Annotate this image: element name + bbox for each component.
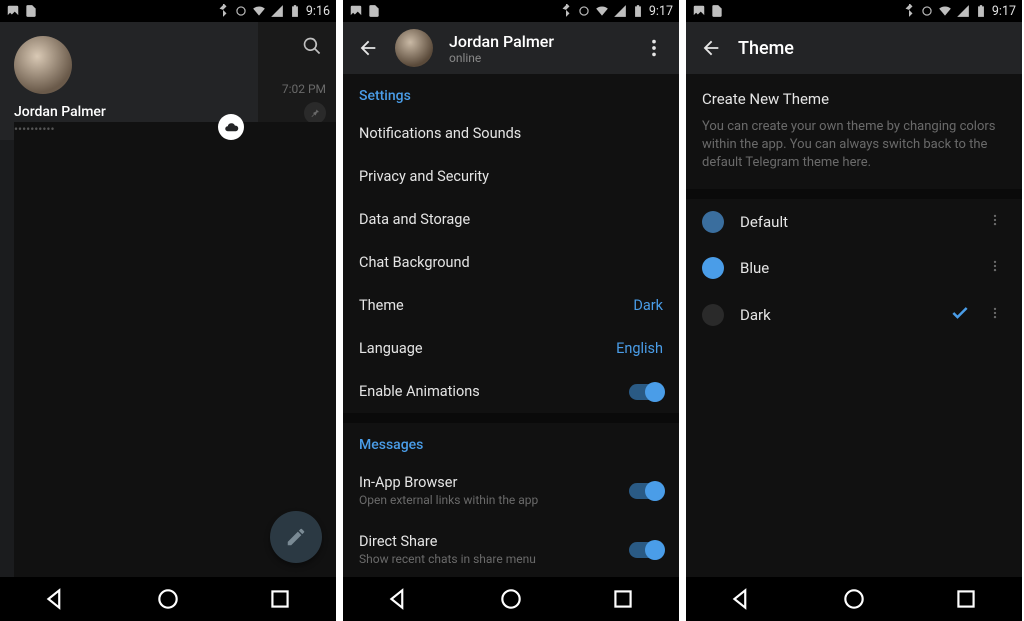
signal-icon bbox=[956, 4, 970, 18]
status-bar: 9:17 bbox=[686, 0, 1022, 22]
bluetooth-icon bbox=[902, 4, 916, 18]
setting-theme[interactable]: Theme Dark bbox=[343, 284, 679, 327]
theme-option-label: Dark bbox=[740, 306, 771, 324]
alarm-icon bbox=[577, 4, 591, 18]
image-icon bbox=[692, 4, 706, 18]
note-icon bbox=[710, 4, 724, 18]
toggle-switch[interactable] bbox=[629, 384, 663, 400]
home-nav-button[interactable] bbox=[498, 586, 524, 612]
navigation-drawer: Jordan Palmer •••••••••• New Group New S… bbox=[0, 22, 258, 577]
setting-privacy[interactable]: Privacy and Security bbox=[343, 155, 679, 198]
wifi-icon bbox=[938, 4, 952, 18]
check-icon bbox=[950, 303, 972, 327]
theme-color-dot bbox=[702, 257, 724, 279]
settings-header: Jordan Palmer online bbox=[343, 22, 679, 74]
home-nav-button[interactable] bbox=[155, 586, 181, 612]
more-options-button[interactable] bbox=[643, 37, 665, 59]
alarm-icon bbox=[234, 4, 248, 18]
battery-icon bbox=[974, 4, 988, 18]
back-nav-button[interactable] bbox=[729, 586, 755, 612]
wifi-icon bbox=[252, 4, 266, 18]
signal-icon bbox=[270, 4, 284, 18]
setting-chat-background[interactable]: Chat Background bbox=[343, 241, 679, 284]
theme-option-default[interactable]: Default bbox=[686, 199, 1022, 245]
theme-more-icon[interactable] bbox=[988, 306, 1006, 324]
android-nav-bar bbox=[686, 577, 1022, 621]
android-nav-bar bbox=[0, 577, 336, 621]
setting-direct-share[interactable]: Direct Share Show recent chats in share … bbox=[343, 520, 679, 577]
theme-description: You can create your own theme by changin… bbox=[686, 118, 1022, 189]
setting-data-storage[interactable]: Data and Storage bbox=[343, 198, 679, 241]
avatar[interactable] bbox=[14, 36, 72, 94]
status-clock: 9:17 bbox=[649, 4, 673, 19]
setting-enable-animations[interactable]: Enable Animations bbox=[343, 370, 679, 413]
header-user-status: online bbox=[449, 51, 627, 65]
status-clock: 9:17 bbox=[992, 4, 1016, 19]
status-bar: 9:16 bbox=[0, 0, 336, 22]
recent-nav-button[interactable] bbox=[953, 586, 979, 612]
compose-fab[interactable] bbox=[270, 511, 322, 563]
alarm-icon bbox=[920, 4, 934, 18]
back-button[interactable] bbox=[357, 37, 379, 59]
back-button[interactable] bbox=[700, 37, 722, 59]
bluetooth-icon bbox=[216, 4, 230, 18]
create-theme-button[interactable]: Create New Theme bbox=[686, 74, 1022, 118]
battery-icon bbox=[631, 4, 645, 18]
saved-messages-button[interactable] bbox=[218, 114, 244, 140]
section-title-settings: Settings bbox=[343, 74, 679, 112]
theme-more-icon[interactable] bbox=[988, 213, 1006, 231]
note-icon bbox=[367, 4, 381, 18]
search-icon[interactable] bbox=[302, 36, 322, 56]
theme-option-dark[interactable]: Dark bbox=[686, 291, 1022, 339]
recent-nav-button[interactable] bbox=[267, 586, 293, 612]
status-clock: 9:16 bbox=[306, 4, 330, 19]
back-nav-button[interactable] bbox=[43, 586, 69, 612]
android-nav-bar bbox=[343, 577, 679, 621]
recent-nav-button[interactable] bbox=[610, 586, 636, 612]
image-icon bbox=[6, 4, 20, 18]
drawer-header: Jordan Palmer •••••••••• bbox=[0, 22, 258, 140]
theme-header: Theme bbox=[686, 22, 1022, 74]
note-icon bbox=[24, 4, 38, 18]
setting-theme-value: Dark bbox=[633, 297, 663, 314]
back-nav-button[interactable] bbox=[386, 586, 412, 612]
toggle-switch[interactable] bbox=[629, 542, 663, 558]
battery-icon bbox=[288, 4, 302, 18]
signal-icon bbox=[613, 4, 627, 18]
theme-option-label: Default bbox=[740, 213, 788, 231]
theme-more-icon[interactable] bbox=[988, 259, 1006, 277]
setting-notifications[interactable]: Notifications and Sounds bbox=[343, 112, 679, 155]
image-icon bbox=[349, 4, 363, 18]
setting-language[interactable]: Language English bbox=[343, 327, 679, 370]
user-name: Jordan Palmer bbox=[14, 104, 244, 120]
page-title: Theme bbox=[738, 38, 794, 59]
user-phone-hidden: •••••••••• bbox=[14, 122, 336, 577]
toggle-switch[interactable] bbox=[629, 483, 663, 499]
bluetooth-icon bbox=[559, 4, 573, 18]
setting-in-app-browser[interactable]: In-App Browser Open external links withi… bbox=[343, 461, 679, 520]
status-bar: 9:17 bbox=[343, 0, 679, 22]
setting-language-value: English bbox=[616, 340, 663, 357]
theme-option-blue[interactable]: Blue bbox=[686, 245, 1022, 291]
header-user-name: Jordan Palmer bbox=[449, 32, 627, 51]
theme-color-dot bbox=[702, 211, 724, 233]
chat-time: 7:02 PM bbox=[261, 82, 326, 96]
wifi-icon bbox=[595, 4, 609, 18]
pin-icon bbox=[304, 102, 326, 124]
theme-color-dot bbox=[702, 304, 724, 326]
section-title-messages: Messages bbox=[343, 423, 679, 461]
home-nav-button[interactable] bbox=[841, 586, 867, 612]
theme-option-label: Blue bbox=[740, 259, 769, 277]
avatar[interactable] bbox=[395, 29, 433, 67]
